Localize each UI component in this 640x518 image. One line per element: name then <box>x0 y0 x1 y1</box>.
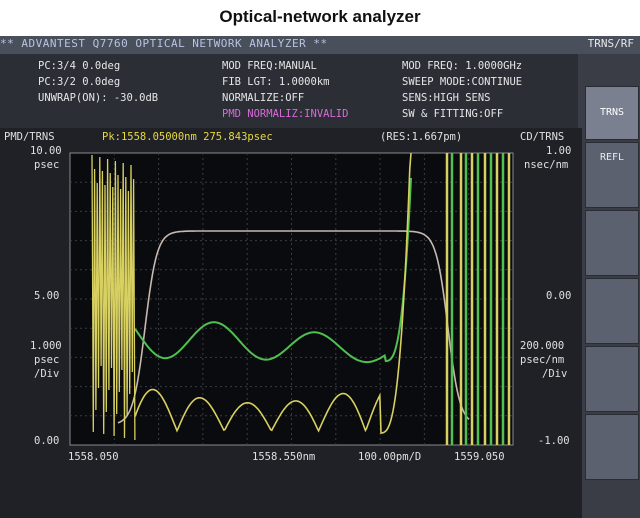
analyzer-screen: ** ADVANTEST Q7760 OPTICAL NETWORK ANALY… <box>0 36 640 518</box>
trace-display <box>69 152 514 446</box>
figure-caption: Optical-network analyzer <box>0 0 640 36</box>
